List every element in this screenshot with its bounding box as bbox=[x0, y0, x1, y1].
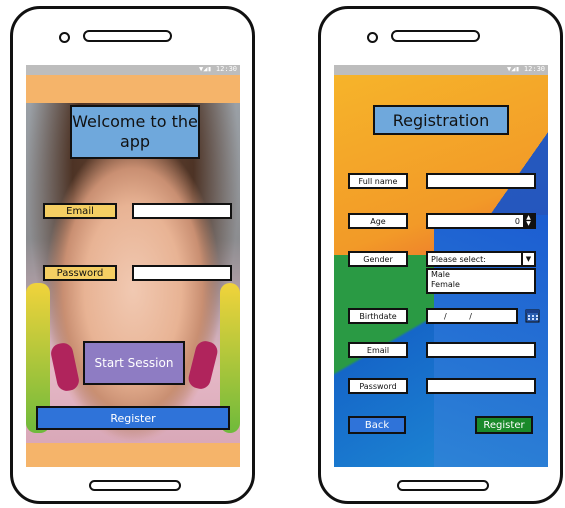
gender-options-list: Male Female bbox=[426, 268, 536, 294]
status-bar: ▼◢▮ 12:30 bbox=[334, 65, 548, 75]
password-field[interactable] bbox=[132, 265, 232, 281]
register-button[interactable]: Register bbox=[36, 406, 230, 430]
email-label: Email bbox=[43, 203, 117, 219]
signal-icon: ▼◢▮ bbox=[199, 65, 212, 73]
home-button[interactable] bbox=[89, 480, 181, 491]
age-stepper[interactable]: 0 ▲ ▼ bbox=[426, 213, 536, 229]
camera-icon bbox=[367, 32, 378, 43]
phone-frame-login: ▼◢▮ 12:30 Welcome to the app Email Passw… bbox=[10, 6, 255, 504]
status-icons: ▼◢▮ 12:30 bbox=[507, 65, 545, 73]
bottom-band bbox=[26, 443, 240, 467]
password-field[interactable] bbox=[426, 378, 536, 394]
birthdate-value: / / bbox=[444, 312, 482, 321]
speaker-grille bbox=[83, 30, 172, 42]
start-session-button[interactable]: Start Session bbox=[83, 341, 185, 385]
home-button[interactable] bbox=[397, 480, 489, 491]
phone-frame-registration: ▼◢▮ 12:30 Registration Full name Age 0 ▲… bbox=[318, 6, 563, 504]
painted-finger-left bbox=[49, 341, 81, 393]
top-band bbox=[26, 75, 240, 103]
login-screen: ▼◢▮ 12:30 Welcome to the app Email Passw… bbox=[26, 65, 240, 467]
clock-time: 12:30 bbox=[523, 65, 545, 73]
age-value: 0 bbox=[514, 217, 520, 226]
back-button[interactable]: Back bbox=[348, 416, 406, 434]
email-field[interactable] bbox=[426, 342, 536, 358]
gender-placeholder: Please select: bbox=[431, 255, 486, 264]
age-label: Age bbox=[348, 213, 408, 229]
full-name-label: Full name bbox=[348, 173, 408, 189]
signal-icon: ▼◢▮ bbox=[507, 65, 520, 73]
register-button[interactable]: Register bbox=[475, 416, 533, 434]
gender-label: Gender bbox=[348, 251, 408, 267]
gender-select[interactable]: Please select: ▼ bbox=[426, 251, 536, 267]
camera-icon bbox=[59, 32, 70, 43]
painted-finger-right bbox=[186, 339, 220, 391]
email-label: Email bbox=[348, 342, 408, 358]
chevron-down-icon[interactable]: ▼ bbox=[521, 253, 534, 265]
speaker-grille bbox=[391, 30, 480, 42]
status-bar: ▼◢▮ 12:30 bbox=[26, 65, 240, 75]
password-label: Password bbox=[43, 265, 117, 281]
full-name-field[interactable] bbox=[426, 173, 536, 189]
calendar-icon[interactable] bbox=[525, 308, 540, 323]
welcome-title: Welcome to the app bbox=[70, 105, 200, 159]
password-label: Password bbox=[348, 378, 408, 394]
clock-time: 12:30 bbox=[215, 65, 237, 73]
stepper-icon[interactable]: ▲ ▼ bbox=[523, 215, 534, 227]
gender-option-male[interactable]: Male bbox=[431, 270, 534, 280]
status-icons: ▼◢▮ 12:30 bbox=[199, 65, 237, 73]
birthdate-field[interactable]: / / bbox=[426, 308, 518, 324]
registration-title: Registration bbox=[373, 105, 509, 135]
birthdate-label: Birthdate bbox=[348, 308, 408, 324]
gender-option-female[interactable]: Female bbox=[431, 280, 534, 290]
registration-screen: ▼◢▮ 12:30 Registration Full name Age 0 ▲… bbox=[334, 65, 548, 467]
email-field[interactable] bbox=[132, 203, 232, 219]
